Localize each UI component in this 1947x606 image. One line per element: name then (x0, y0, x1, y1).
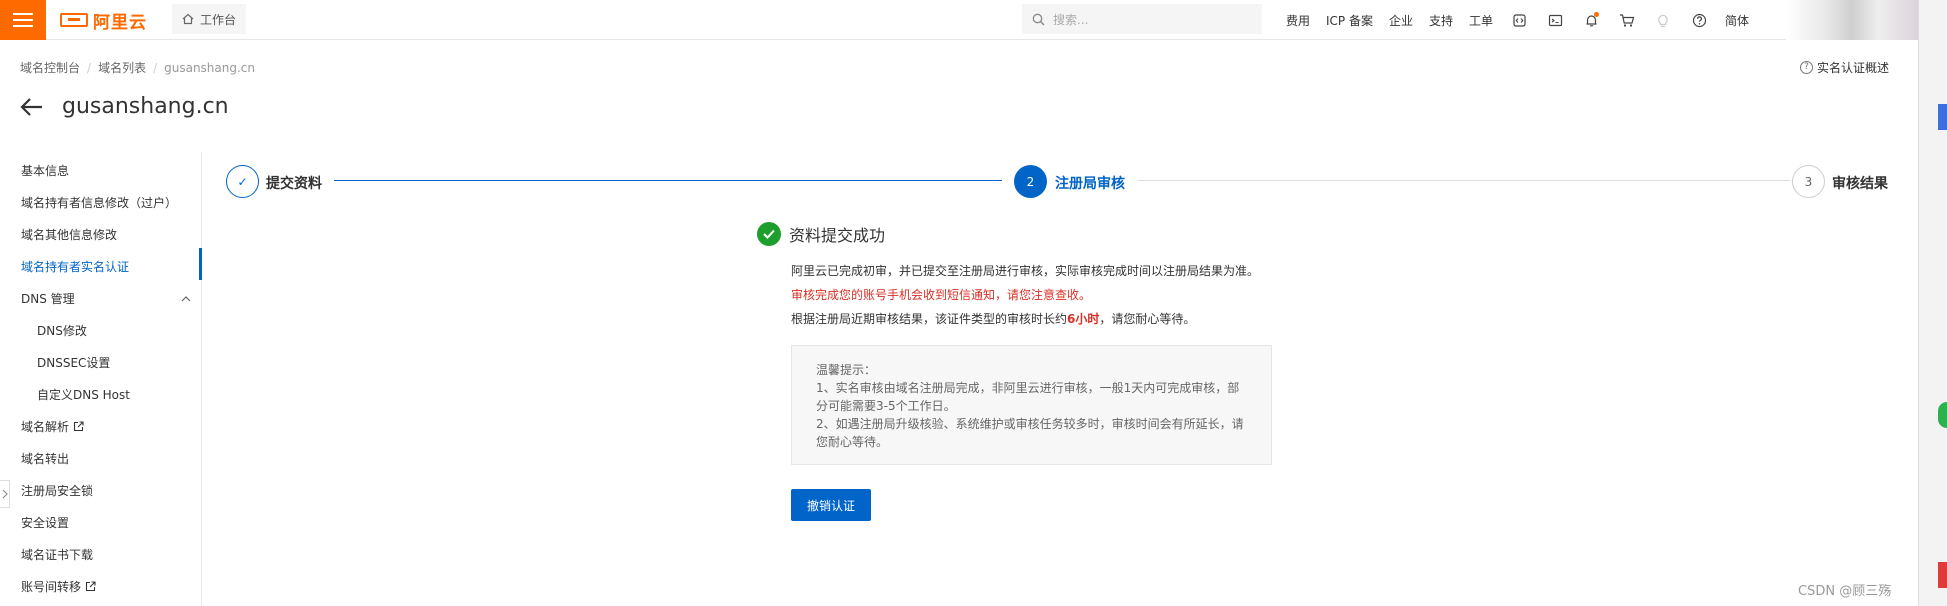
step-2-active-icon: 2 (1014, 165, 1047, 198)
page-header: gusanshang.cn (20, 94, 229, 119)
bell-icon[interactable] (1573, 11, 1609, 28)
back-arrow-icon[interactable] (20, 97, 44, 117)
sidebar-item-other-info[interactable]: 域名其他信息修改 (21, 226, 117, 243)
help-icon[interactable] (1681, 13, 1717, 28)
sidebar-item-custom-dns-host[interactable]: 自定义DNS Host (37, 386, 130, 403)
hamburger-menu-icon[interactable] (0, 0, 46, 40)
breadcrumb-current: gusanshang.cn (164, 60, 256, 75)
edge-red-marker (1938, 562, 1947, 588)
result-message-duration: 根据注册局近期审核结果，该证件类型的审核时长约6小时，请您耐心等待。 (791, 312, 1196, 326)
search-placeholder: 搜索... (1053, 12, 1089, 27)
duration-highlight: 6小时 (1067, 312, 1100, 326)
workbench-label: 工作台 (200, 12, 237, 27)
top-link-ticket[interactable]: 工单 (1461, 12, 1501, 29)
real-name-overview-link[interactable]: ? 实名认证概述 (1800, 59, 1889, 76)
real-name-overview-label: 实名认证概述 (1817, 61, 1890, 75)
external-link-icon (73, 421, 84, 432)
tip-1: 1、实名审核由域名注册局完成，非阿里云进行审核，一般1天内可完成审核，部分可能需… (816, 381, 1240, 413)
step-3-pending-icon: 3 (1792, 165, 1825, 198)
success-check-icon (757, 222, 781, 246)
progress-steps: ✓ 提交资料 2 注册局审核 3 审核结果 (226, 165, 1892, 201)
sidebar-item-dns-management[interactable]: DNS 管理 (21, 290, 191, 307)
tips-title: 温馨提示： (816, 363, 877, 377)
lightbulb-icon[interactable] (1645, 13, 1681, 28)
sidebar-active-indicator (199, 248, 202, 280)
csdn-watermark: CSDN @顾三殇 (1798, 584, 1892, 599)
sidebar-item-basic-info[interactable]: 基本信息 (21, 162, 69, 179)
step-2-label: 注册局审核 (1055, 176, 1125, 192)
chevron-right-icon (2, 489, 8, 499)
top-link-billing[interactable]: 费用 (1278, 12, 1318, 29)
sidebar-item-dns-modify[interactable]: DNS修改 (37, 322, 87, 339)
search-icon (1032, 13, 1045, 25)
sidebar-item-holder-change[interactable]: 域名持有者信息修改（过户） (21, 194, 177, 211)
breadcrumb: 域名控制台 / 域名列表 / gusanshang.cn (20, 59, 255, 76)
step-1-label: 提交资料 (266, 176, 322, 192)
sidebar-item-real-name-auth[interactable]: 域名持有者实名认证 (21, 258, 129, 275)
home-icon (182, 13, 194, 25)
sidebar-collapse-toggle[interactable] (0, 480, 10, 508)
sidebar-item-dns-resolve[interactable]: 域名解析 (21, 418, 84, 435)
sidebar-item-label: 账号间转移 (21, 580, 82, 594)
cancel-verification-button[interactable]: 撤销认证 (791, 489, 871, 521)
top-link-icp[interactable]: ICP 备案 (1318, 12, 1381, 29)
result-message-sms-notice: 审核完成您的账号手机会收到短信通知，请您注意查收。 (791, 288, 1092, 302)
sidebar-item-registry-lock[interactable]: 注册局安全锁 (21, 482, 93, 499)
code-icon[interactable] (1501, 13, 1537, 28)
sidebar-item-account-transfer[interactable]: 账号间转移 (21, 578, 96, 595)
breadcrumb-separator: / (153, 60, 158, 75)
global-search-box[interactable]: 搜索... (1022, 4, 1262, 34)
tip-2: 2、如遇注册局升级核验、系统维护或审核任务较多时，审核时间会有所延长，请您耐心等… (816, 417, 1244, 449)
sidebar-item-dnssec[interactable]: DNSSEC设置 (37, 354, 110, 371)
sidebar-item-security-settings[interactable]: 安全设置 (21, 514, 69, 531)
sidebar-item-certificate-download[interactable]: 域名证书下载 (21, 546, 93, 563)
notification-dot (1594, 11, 1600, 17)
step-3-label: 审核结果 (1832, 176, 1888, 192)
language-switch[interactable]: 简体 (1717, 12, 1757, 29)
sidebar-item-label: DNS 管理 (21, 292, 75, 306)
result-title: 资料提交成功 (789, 226, 886, 245)
question-circle-icon: ? (1800, 61, 1813, 74)
step-1-done-icon: ✓ (226, 165, 259, 198)
step-connector-done (334, 180, 1002, 181)
sidebar-item-label: 域名解析 (21, 420, 70, 434)
top-link-support[interactable]: 支持 (1421, 12, 1461, 29)
top-link-enterprise[interactable]: 企业 (1381, 12, 1421, 29)
tips-box: 温馨提示： 1、实名审核由域名注册局完成，非阿里云进行审核，一般1天内可完成审核… (791, 345, 1272, 465)
workbench-button[interactable]: 工作台 (172, 4, 247, 34)
terminal-icon[interactable] (1537, 13, 1573, 28)
cart-icon[interactable] (1609, 13, 1645, 28)
background-window-strip (1918, 0, 1947, 606)
step-connector-pending (1138, 180, 1790, 181)
breadcrumb-separator: / (87, 60, 92, 75)
page-title: gusanshang.cn (62, 94, 229, 119)
result-message-1: 阿里云已完成初审，并已提交至注册局进行审核，实际审核完成时间以注册局结果为准。 (791, 264, 1260, 278)
top-navbar: 阿里云 工作台 搜索... 费用 ICP 备案 企业 支持 工单 简体 (0, 0, 1918, 40)
breadcrumb-domain-console[interactable]: 域名控制台 (20, 59, 80, 76)
user-avatar[interactable] (1786, 0, 1918, 40)
top-links: 费用 ICP 备案 企业 支持 工单 简体 (1278, 0, 1757, 40)
aliyun-logo-icon (60, 13, 88, 27)
edge-blue-marker (1938, 104, 1947, 130)
domain-sidebar: 基本信息 域名持有者信息修改（过户） 域名其他信息修改 域名持有者实名认证 DN… (0, 152, 202, 606)
edge-green-marker (1938, 402, 1947, 428)
breadcrumb-domain-list[interactable]: 域名列表 (98, 59, 146, 76)
result-header: 资料提交成功 (757, 222, 885, 246)
sidebar-item-transfer-out[interactable]: 域名转出 (21, 450, 69, 467)
external-link-icon (85, 581, 96, 592)
aliyun-logo[interactable]: 阿里云 (60, 9, 147, 33)
chevron-up-icon (181, 295, 191, 301)
